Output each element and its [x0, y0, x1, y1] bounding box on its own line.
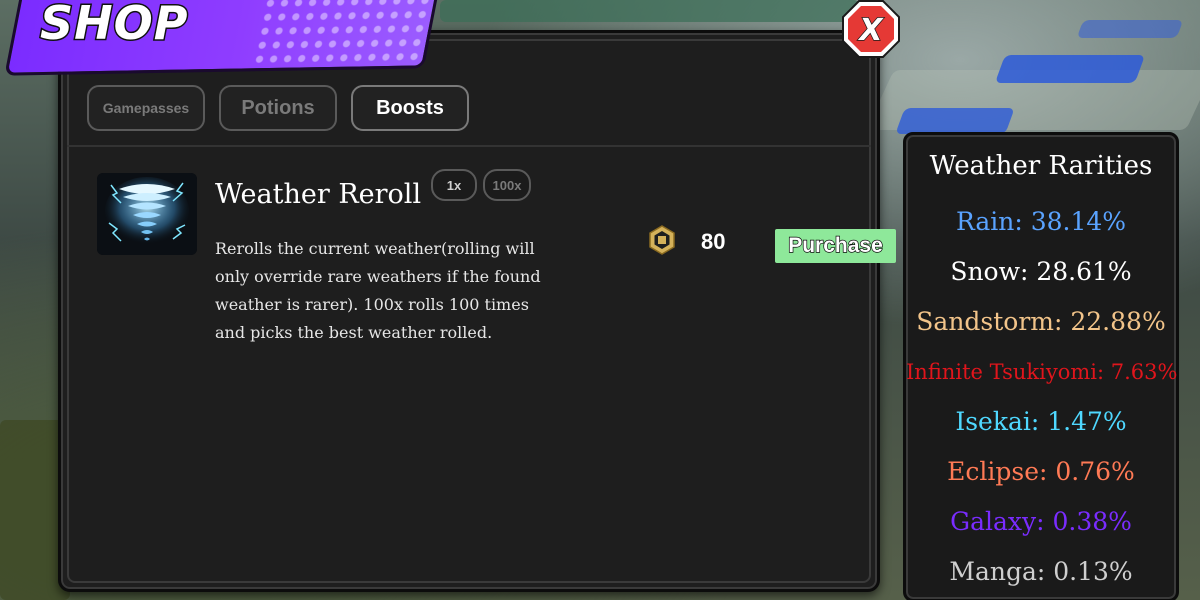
rarity-infinite-tsukiyomi: Infinite Tsukiyomi: 7.63% — [906, 360, 1178, 384]
rarity-list: Rain: 38.14% Snow: 28.61% Sandstorm: 22.… — [906, 197, 1178, 597]
rarity-isekai: Isekai: 1.47% — [955, 407, 1127, 436]
close-button[interactable]: X — [840, 0, 902, 60]
tab-potions[interactable]: Potions — [219, 85, 337, 131]
tab-bar: Gamepasses Potions Boosts — [87, 85, 469, 131]
rarity-sandstorm: Sandstorm: 22.88% — [916, 307, 1166, 336]
tab-boosts[interactable]: Boosts — [351, 85, 469, 131]
quantity-100x-button[interactable]: 100x — [483, 169, 531, 201]
rarities-title: Weather Rarities — [929, 151, 1153, 181]
background-wall — [440, 0, 860, 22]
close-icon: X — [842, 0, 900, 58]
tornado-icon — [97, 173, 197, 255]
rarity-rain: Rain: 38.14% — [955, 207, 1127, 236]
rarity-galaxy: Galaxy: 0.38% — [950, 507, 1132, 536]
shop-item-weather-reroll: Weather Reroll 1x 100x Rerolls the curre… — [97, 169, 896, 373]
banner-pattern — [250, 0, 439, 69]
rarity-eclipse: Eclipse: 0.76% — [947, 457, 1135, 486]
item-title: Weather Reroll — [215, 179, 422, 210]
item-description: Rerolls the current weather(rolling will… — [215, 239, 541, 342]
tab-gamepasses[interactable]: Gamepasses — [87, 85, 205, 131]
shop-panel: Gamepasses Potions Boosts Weather Reroll… — [58, 30, 896, 592]
robux-icon — [647, 225, 677, 255]
price-value: 80 — [701, 229, 726, 254]
shop-title: SHOP — [38, 0, 189, 52]
divider — [67, 145, 871, 147]
purchase-button[interactable]: Purchase — [775, 229, 896, 263]
background-blue-tile — [895, 108, 1015, 134]
rarity-manga: Manga: 0.13% — [949, 557, 1133, 586]
rarity-snow: Snow: 28.61% — [950, 257, 1132, 286]
svg-text:X: X — [857, 13, 884, 48]
background-blue-tile — [994, 55, 1146, 83]
weather-rarities-panel: Weather Rarities Rain: 38.14% Snow: 28.6… — [903, 132, 1179, 600]
background-blue-tile — [1076, 20, 1184, 38]
quantity-1x-button[interactable]: 1x — [431, 169, 477, 201]
